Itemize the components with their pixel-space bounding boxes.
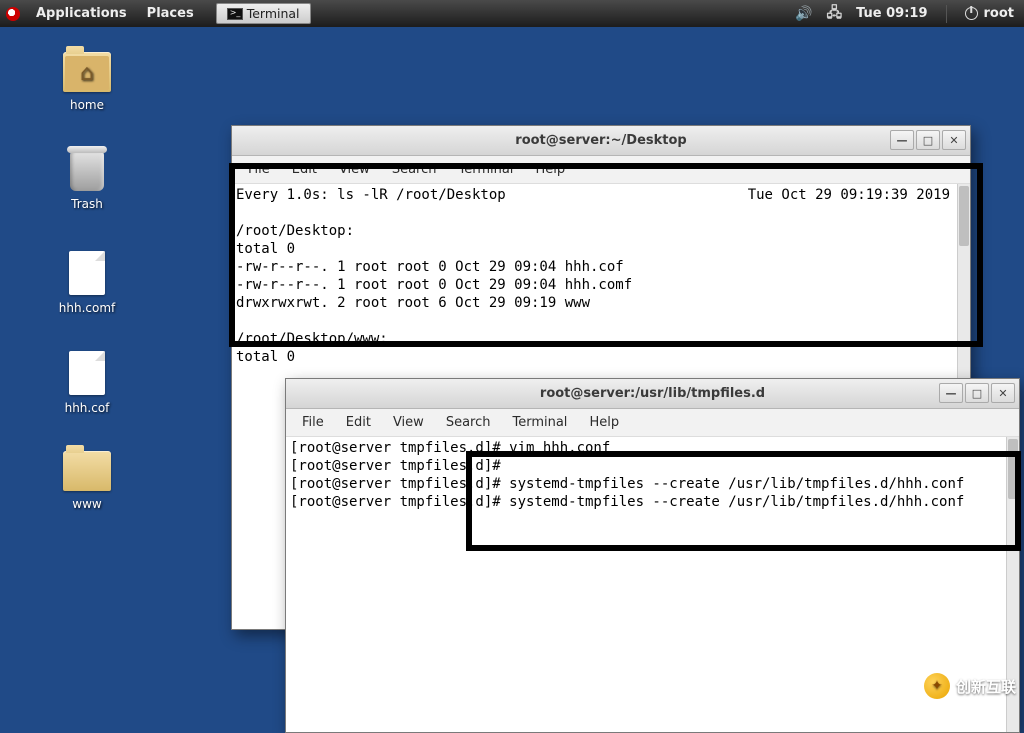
output-line: drwxrwxrwt. 2 root root 6 Oct 29 09:19 w… — [236, 295, 590, 311]
menu-help[interactable]: Help — [579, 412, 629, 433]
file-icon — [69, 351, 105, 395]
menu-edit[interactable]: Edit — [282, 159, 327, 180]
desktop-icon-folder-www[interactable]: www — [42, 451, 132, 511]
output-line: -rw-r--r--. 1 root root 0 Oct 29 09:04 h… — [236, 259, 624, 275]
file-icon — [69, 251, 105, 295]
watermark-text: 创新互联 — [956, 676, 1016, 697]
watermark: ✦ 创新互联 — [924, 673, 1016, 699]
titlebar[interactable]: root@server:~/Desktop — □ ✕ — [232, 126, 970, 156]
close-button[interactable]: ✕ — [991, 383, 1015, 403]
applications-menu[interactable]: Applications — [28, 2, 135, 25]
output-line: /root/Desktop: — [236, 223, 354, 239]
folder-icon — [63, 451, 111, 491]
minimize-button[interactable]: — — [939, 383, 963, 403]
network-icon[interactable]: 🖧 — [826, 2, 842, 26]
places-menu[interactable]: Places — [139, 2, 202, 25]
user-menu[interactable]: root — [965, 6, 1015, 21]
minimize-button[interactable]: — — [890, 130, 914, 150]
scrollbar-thumb[interactable] — [1008, 439, 1018, 499]
desktop-icon-label: Trash — [42, 197, 132, 211]
prompt-line: [root@server tmpfiles.d]# systemd-tmpfil… — [290, 494, 964, 510]
prompt-line: [root@server tmpfiles.d]# systemd-tmpfil… — [290, 476, 964, 492]
menu-view[interactable]: View — [383, 412, 434, 433]
clock[interactable]: Tue 09:19 — [856, 6, 927, 21]
output-line: -rw-r--r--. 1 root root 0 Oct 29 09:04 h… — [236, 277, 632, 293]
home-folder-icon: ⌂ — [63, 52, 111, 92]
close-button[interactable]: ✕ — [942, 130, 966, 150]
menubar: File Edit View Search Terminal Help — [232, 156, 970, 184]
menu-help[interactable]: Help — [525, 159, 575, 180]
desktop-icon-trash[interactable]: Trash — [42, 151, 132, 211]
menu-view[interactable]: View — [329, 159, 380, 180]
watch-header-right: Tue Oct 29 09:19:39 2019 — [748, 186, 966, 204]
scrollbar-thumb[interactable] — [959, 186, 969, 246]
panel-right: 🔊 🖧 Tue 09:19 root — [795, 2, 1024, 26]
output-line: total 0 — [236, 349, 295, 365]
window-title: root@server:/usr/lib/tmpfiles.d — [540, 386, 765, 401]
titlebar[interactable]: root@server:/usr/lib/tmpfiles.d — □ ✕ — [286, 379, 1019, 409]
desktop-icon-file-cof[interactable]: hhh.cof — [42, 351, 132, 415]
desktop: ⌂ home Trash hhh.comf hhh.cof www root@s… — [0, 27, 1024, 707]
username-label: root — [984, 6, 1015, 21]
menubar: File Edit View Search Terminal Help — [286, 409, 1019, 437]
window-title: root@server:~/Desktop — [515, 133, 686, 148]
distro-logo-icon[interactable] — [6, 7, 20, 21]
desktop-icon-label: home — [42, 98, 132, 112]
maximize-button[interactable]: □ — [965, 383, 989, 403]
panel-left: Applications Places Terminal — [0, 2, 311, 25]
terminal-icon — [227, 8, 243, 20]
desktop-icon-label: hhh.comf — [42, 301, 132, 315]
output-line: /root/Desktop/www: — [236, 331, 388, 347]
prompt-line: [root@server tmpfiles.d]# vim hhh.conf — [290, 440, 610, 456]
taskbar-terminal-label: Terminal — [247, 6, 300, 21]
desktop-icon-label: hhh.cof — [42, 401, 132, 415]
trash-icon — [70, 151, 104, 191]
watermark-icon: ✦ — [924, 673, 950, 699]
menu-edit[interactable]: Edit — [336, 412, 381, 433]
desktop-icon-label: www — [42, 497, 132, 511]
terminal-window-tmpfiles[interactable]: root@server:/usr/lib/tmpfiles.d — □ ✕ Fi… — [285, 378, 1020, 733]
separator — [946, 5, 947, 23]
power-icon — [965, 7, 978, 20]
menu-file[interactable]: File — [238, 159, 280, 180]
output-line: total 0 — [236, 241, 295, 257]
taskbar-terminal[interactable]: Terminal — [216, 3, 311, 24]
prompt-line: [root@server tmpfiles.d]# — [290, 458, 501, 474]
menu-search[interactable]: Search — [382, 159, 447, 180]
menu-search[interactable]: Search — [436, 412, 501, 433]
desktop-icon-file-comf[interactable]: hhh.comf — [42, 251, 132, 315]
menu-terminal[interactable]: Terminal — [502, 412, 577, 433]
volume-icon[interactable]: 🔊 — [795, 6, 812, 22]
watch-header-left: Every 1.0s: ls -lR /root/Desktop — [236, 187, 506, 203]
menu-terminal[interactable]: Terminal — [448, 159, 523, 180]
top-panel: Applications Places Terminal 🔊 🖧 Tue 09:… — [0, 0, 1024, 27]
terminal-body[interactable]: [root@server tmpfiles.d]# vim hhh.conf [… — [286, 437, 1019, 732]
desktop-icon-home[interactable]: ⌂ home — [42, 52, 132, 112]
maximize-button[interactable]: □ — [916, 130, 940, 150]
menu-file[interactable]: File — [292, 412, 334, 433]
